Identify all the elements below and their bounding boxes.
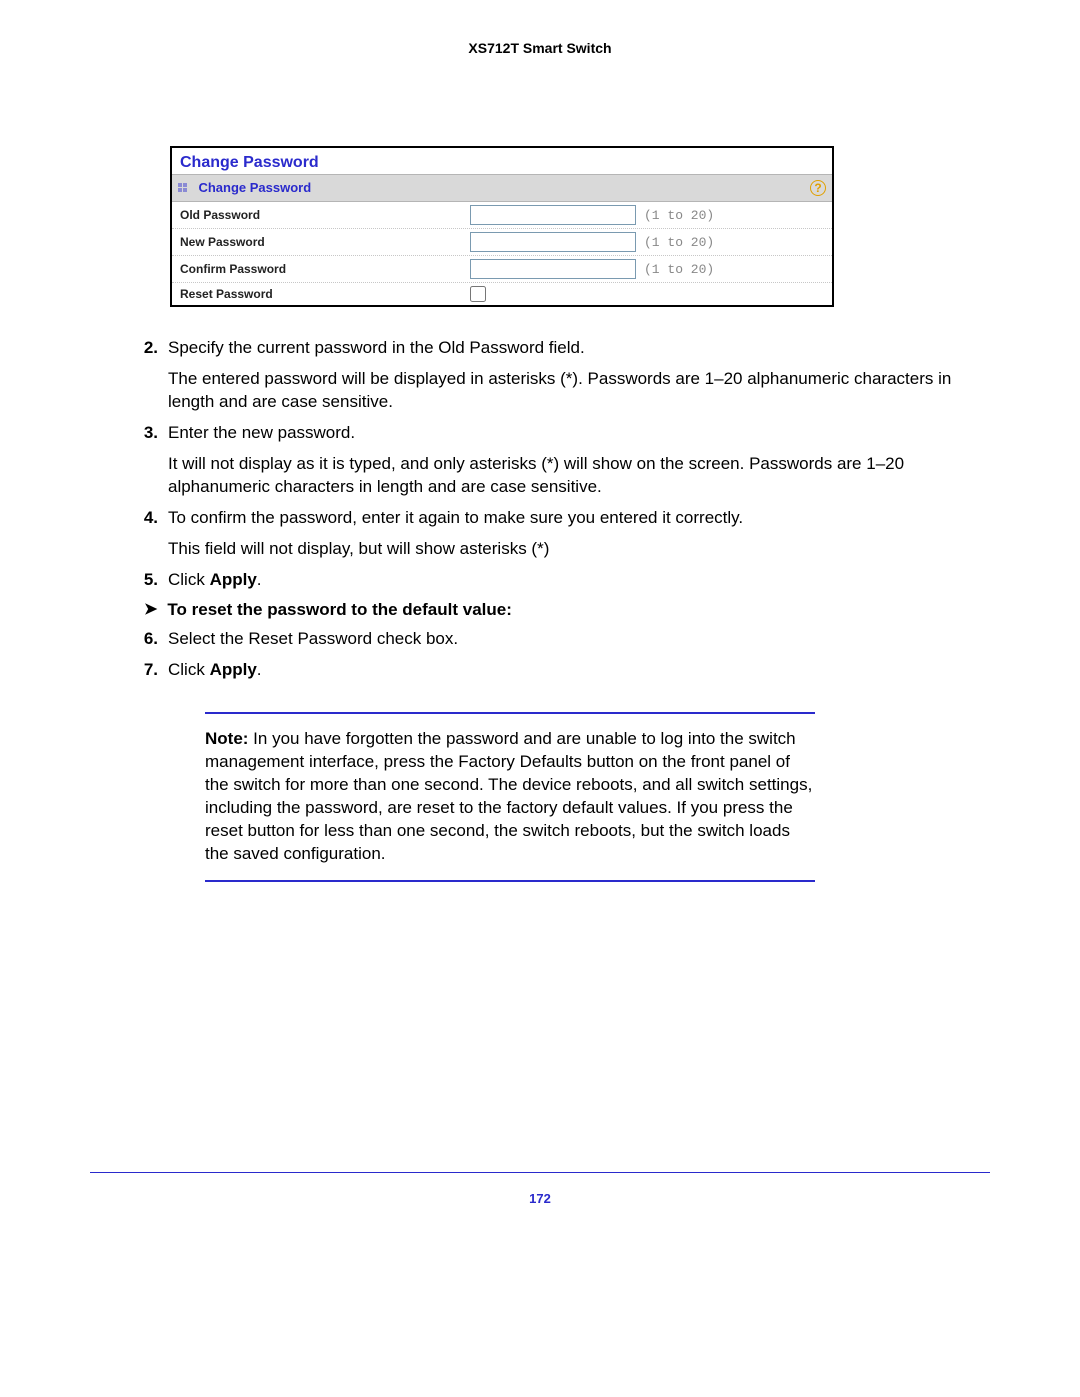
page-number: 172	[90, 1191, 990, 1206]
step-text: Click Apply.	[168, 569, 990, 592]
note-body: Note: In you have forgotten the password…	[205, 714, 815, 880]
step-5: 5. Click Apply.	[130, 569, 990, 592]
new-password-input[interactable]	[470, 232, 636, 252]
step-text: Click Apply.	[168, 659, 990, 682]
label-old-password: Old Password	[180, 208, 470, 222]
note-text: In you have forgotten the password and a…	[205, 729, 812, 863]
panel-title: Change Password	[172, 148, 832, 174]
step-number: 5.	[130, 569, 168, 592]
note-rule-bottom	[205, 880, 815, 882]
hint-new-password: (1 to 20)	[644, 235, 714, 250]
step-text: To confirm the password, enter it again …	[168, 507, 990, 530]
help-icon[interactable]: ?	[810, 180, 826, 196]
hint-old-password: (1 to 20)	[644, 208, 714, 223]
step-text: Specify the current password in the Old …	[168, 337, 990, 360]
step-number: 6.	[130, 628, 168, 651]
step-2: 2. Specify the current password in the O…	[130, 337, 990, 414]
row-confirm-password: Confirm Password (1 to 20)	[172, 256, 832, 283]
procedure-heading: ➤ To reset the password to the default v…	[144, 599, 990, 622]
step-6: 6. Select the Reset Password check box.	[130, 628, 990, 651]
step-number: 7.	[130, 659, 168, 682]
chevron-right-icon: ➤	[144, 599, 157, 621]
change-password-panel: Change Password Change Password ? Old Pa…	[170, 146, 834, 307]
procedure-heading-text: To reset the password to the default val…	[167, 599, 511, 622]
step-text: It will not display as it is typed, and …	[168, 453, 990, 499]
confirm-password-input[interactable]	[470, 259, 636, 279]
step-number: 2.	[130, 337, 168, 414]
step-4: 4. To confirm the password, enter it aga…	[130, 507, 990, 561]
row-new-password: New Password (1 to 20)	[172, 229, 832, 256]
label-reset-password: Reset Password	[180, 287, 470, 301]
page: XS712T Smart Switch Change Password Chan…	[0, 0, 1080, 1397]
instructions: 2. Specify the current password in the O…	[130, 337, 990, 882]
panel-subhead: Change Password ?	[172, 174, 832, 202]
label-confirm-password: Confirm Password	[180, 262, 470, 276]
panel-subhead-label: Change Password	[198, 180, 311, 195]
label-new-password: New Password	[180, 235, 470, 249]
step-3: 3. Enter the new password. It will not d…	[130, 422, 990, 499]
row-reset-password: Reset Password	[172, 283, 832, 305]
reset-password-checkbox[interactable]	[470, 286, 486, 302]
step-text: The entered password will be displayed i…	[168, 368, 990, 414]
step-text: This field will not display, but will sh…	[168, 538, 990, 561]
footer-rule	[90, 1172, 990, 1173]
step-text: Select the Reset Password check box.	[168, 628, 990, 651]
step-number: 3.	[130, 422, 168, 499]
note-label: Note:	[205, 729, 248, 748]
note-block: Note: In you have forgotten the password…	[205, 712, 815, 882]
step-7: 7. Click Apply.	[130, 659, 990, 682]
doc-header: XS712T Smart Switch	[90, 40, 990, 56]
drag-dots-icon	[178, 183, 188, 193]
old-password-input[interactable]	[470, 205, 636, 225]
hint-confirm-password: (1 to 20)	[644, 262, 714, 277]
row-old-password: Old Password (1 to 20)	[172, 202, 832, 229]
step-number: 4.	[130, 507, 168, 561]
step-text: Enter the new password.	[168, 422, 990, 445]
